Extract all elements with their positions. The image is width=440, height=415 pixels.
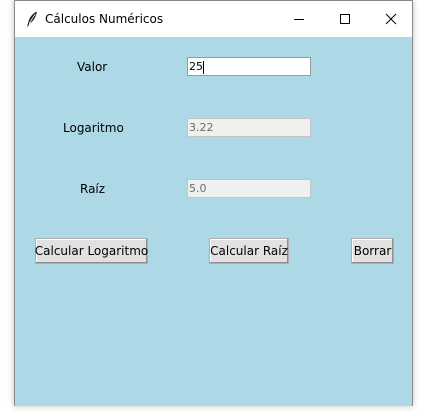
- raiz-output: 5.0: [187, 179, 311, 198]
- raiz-output-text: 5.0: [189, 182, 207, 195]
- close-icon: [385, 13, 397, 25]
- window-title: Cálculos Numéricos: [45, 12, 164, 26]
- close-button[interactable]: [368, 1, 414, 37]
- valor-input-text: 25: [189, 60, 203, 73]
- maximize-button[interactable]: [322, 1, 368, 37]
- valor-label: Valor: [77, 60, 108, 74]
- calcular-raiz-button[interactable]: Calcular Raíz: [209, 238, 289, 264]
- raiz-label: Raíz: [80, 182, 106, 196]
- calcular-logaritmo-button[interactable]: Calcular Logaritmo: [35, 238, 148, 264]
- minimize-icon: [294, 19, 304, 20]
- text-caret: [203, 60, 204, 74]
- logaritmo-output-text: 3.22: [189, 121, 214, 134]
- logaritmo-label: Logaritmo: [63, 121, 124, 135]
- logaritmo-output: 3.22: [187, 118, 311, 137]
- maximize-icon: [340, 14, 350, 24]
- minimize-button[interactable]: [276, 1, 322, 37]
- title-bar[interactable]: Cálculos Numéricos: [15, 1, 412, 37]
- borrar-button[interactable]: Borrar: [351, 238, 394, 264]
- client-area: Valor 25 Logaritmo 3.22 Raíz 5.0 Calcula…: [15, 37, 412, 406]
- feather-icon: [26, 11, 38, 27]
- app-window: Cálculos Numéricos Valor 25 Logaritmo 3.…: [14, 0, 413, 406]
- valor-input[interactable]: 25: [187, 57, 311, 76]
